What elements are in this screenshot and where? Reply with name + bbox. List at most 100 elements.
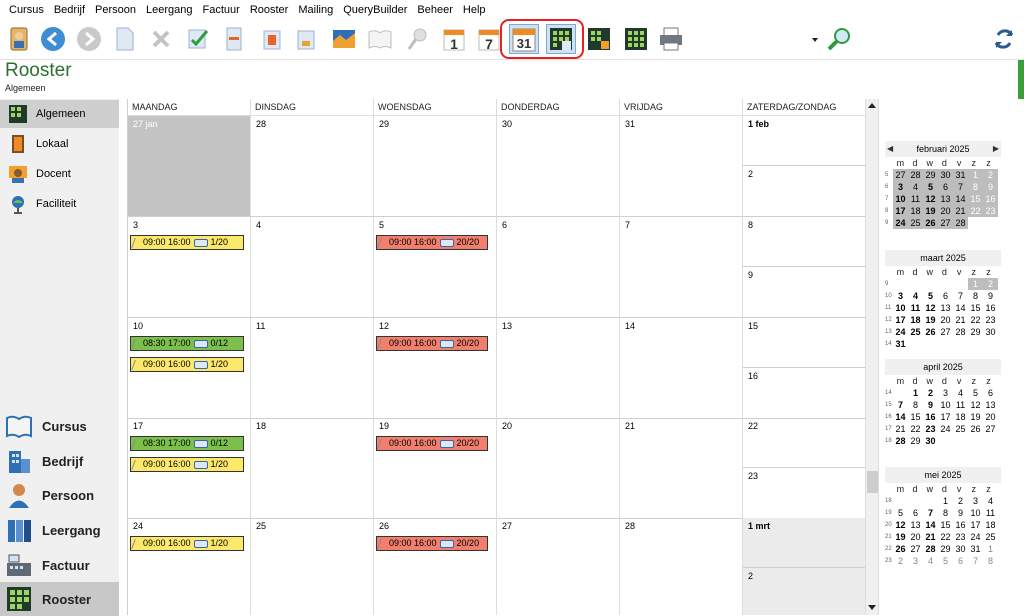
mini-calendar-day[interactable]: 27 <box>938 326 953 338</box>
back-icon[interactable] <box>39 25 67 53</box>
mini-calendar-day[interactable]: 1 <box>908 387 923 399</box>
mini-calendar-day[interactable]: 5 <box>968 387 983 399</box>
mini-calendar-day[interactable]: 22 <box>938 531 953 543</box>
mini-calendar-day[interactable]: 30 <box>983 326 998 338</box>
mini-calendar-day[interactable]: 29 <box>908 435 923 447</box>
saturday-cell[interactable]: 8 <box>743 217 865 267</box>
mini-calendar-day[interactable]: 14 <box>893 411 908 423</box>
sidebar-module-bedrijf[interactable]: Bedrijf <box>0 444 119 478</box>
sunday-cell[interactable]: 2 <box>743 166 865 217</box>
mini-calendar-day[interactable]: 16 <box>983 302 998 314</box>
day-cell[interactable]: 20 <box>497 418 620 519</box>
mini-calendar-day[interactable]: 6 <box>938 290 953 302</box>
mini-calendar-day[interactable]: 7 <box>953 290 968 302</box>
mini-calendar-day[interactable]: 12 <box>968 399 983 411</box>
new-document-icon[interactable] <box>110 25 138 53</box>
mini-calendar-day[interactable]: 16 <box>923 411 938 423</box>
mini-calendar-day[interactable]: 2 <box>953 495 968 507</box>
mini-calendar-day[interactable]: 4 <box>983 495 998 507</box>
day-cell[interactable]: 4 <box>251 217 374 318</box>
day-cell[interactable]: 21 <box>620 418 743 519</box>
mini-calendar-day[interactable]: 15 <box>938 519 953 531</box>
mini-calendar-day[interactable]: 1 <box>968 169 983 181</box>
mini-calendar-day[interactable]: 4 <box>908 181 923 193</box>
saturday-cell[interactable]: 1 mrt <box>743 518 865 568</box>
menu-querybuilder[interactable]: QueryBuilder <box>338 0 412 20</box>
mini-calendar-day[interactable]: 6 <box>938 181 953 193</box>
day-cell[interactable]: 12 <box>374 318 497 419</box>
mini-calendar-day[interactable]: 2 <box>983 278 998 290</box>
form-icon[interactable] <box>220 25 248 53</box>
mini-calendar-day[interactable]: 3 <box>938 387 953 399</box>
mini-calendar-day[interactable]: 9 <box>983 290 998 302</box>
refresh-icon[interactable] <box>990 25 1018 53</box>
mini-calendar-day[interactable]: 14 <box>923 519 938 531</box>
mini-calendar-day[interactable]: 17 <box>968 519 983 531</box>
day-cell[interactable]: 25 <box>251 518 374 615</box>
mini-calendar-day[interactable]: 21 <box>953 205 968 217</box>
search-icon[interactable] <box>825 25 853 53</box>
sidebar-module-cursus[interactable]: Cursus <box>0 409 119 443</box>
mini-calendar-day[interactable]: 25 <box>908 217 923 229</box>
mini-calendar-day[interactable]: 5 <box>923 290 938 302</box>
menu-mailing[interactable]: Mailing <box>293 0 338 20</box>
saturday-cell[interactable]: 15 <box>743 318 865 368</box>
day-cell[interactable]: 27 <box>497 518 620 615</box>
calendar-scrollbar[interactable] <box>865 99 879 615</box>
sunday-cell[interactable]: 23 <box>743 468 865 519</box>
day-cell[interactable]: 26 <box>374 518 497 615</box>
mini-calendar-day[interactable]: 8 <box>908 399 923 411</box>
dropdown-arrow-icon[interactable] <box>812 38 818 42</box>
mini-calendar-day[interactable]: 10 <box>968 507 983 519</box>
scroll-up-arrow[interactable] <box>868 103 876 108</box>
menu-bedrijf[interactable]: Bedrijf <box>49 0 90 20</box>
day-cell[interactable]: 6 <box>497 217 620 318</box>
day-cell[interactable]: 28 <box>251 116 374 217</box>
mini-calendar-day[interactable]: 8 <box>968 181 983 193</box>
day-cell[interactable]: 31 <box>620 116 743 217</box>
schedule-event[interactable]: 08:30 17:00 0/12 <box>130 436 244 451</box>
mini-calendar-day[interactable]: 5 <box>893 507 908 519</box>
mini-calendar-day[interactable]: 18 <box>983 519 998 531</box>
scroll-down-arrow[interactable] <box>868 605 876 610</box>
mini-calendar-day[interactable]: 28 <box>953 326 968 338</box>
mini-calendar-day[interactable]: 3 <box>908 555 923 567</box>
mini-calendar-day[interactable]: 7 <box>893 399 908 411</box>
mini-calendar-day[interactable]: 11 <box>983 507 998 519</box>
approve-icon[interactable] <box>184 25 212 53</box>
mini-calendar-day[interactable]: 10 <box>893 193 908 205</box>
mini-calendar-day[interactable]: 3 <box>893 181 908 193</box>
mini-calendar-day[interactable]: 1 <box>983 543 998 555</box>
scroll-thumb[interactable] <box>867 471 878 493</box>
mini-calendar-day[interactable]: 13 <box>908 519 923 531</box>
saturday-cell[interactable]: 1 feb <box>743 116 865 166</box>
mini-calendar-day[interactable]: 24 <box>968 531 983 543</box>
mini-calendar-day[interactable]: 9 <box>923 399 938 411</box>
schedule-event[interactable]: 09:00 16:00 1/20 <box>130 357 244 372</box>
mini-calendar-day[interactable]: 17 <box>938 411 953 423</box>
map-icon[interactable] <box>330 25 358 53</box>
mini-calendar-day[interactable]: 22 <box>908 423 923 435</box>
mini-calendar-day[interactable]: 13 <box>938 302 953 314</box>
mini-calendar-day[interactable]: 7 <box>923 507 938 519</box>
menu-rooster[interactable]: Rooster <box>245 0 294 20</box>
mini-calendar-day[interactable]: 4 <box>923 555 938 567</box>
mini-calendar-day[interactable]: 16 <box>953 519 968 531</box>
mini-calendar-day[interactable]: 29 <box>938 543 953 555</box>
mini-calendar-day[interactable]: 27 <box>893 169 908 181</box>
menu-help[interactable]: Help <box>458 0 491 20</box>
day-cell[interactable]: 11 <box>251 318 374 419</box>
menu-leergang[interactable]: Leergang <box>141 0 198 20</box>
mini-calendar-day[interactable]: 6 <box>953 555 968 567</box>
mini-calendar-day[interactable]: 21 <box>923 531 938 543</box>
menu-cursus[interactable]: Cursus <box>4 0 49 20</box>
import-icon[interactable] <box>258 25 286 53</box>
schedule-green-icon[interactable] <box>622 25 650 53</box>
day-cell[interactable]: 3 <box>128 217 251 318</box>
mini-calendar-day[interactable]: 11 <box>908 193 923 205</box>
mini-calendar-day[interactable]: 20 <box>938 314 953 326</box>
sidebar-item-lokaal[interactable]: Lokaal <box>0 130 119 158</box>
mini-calendar-day[interactable]: 21 <box>953 314 968 326</box>
mini-calendar-day[interactable]: 15 <box>908 411 923 423</box>
mini-calendar-day[interactable]: 3 <box>968 495 983 507</box>
